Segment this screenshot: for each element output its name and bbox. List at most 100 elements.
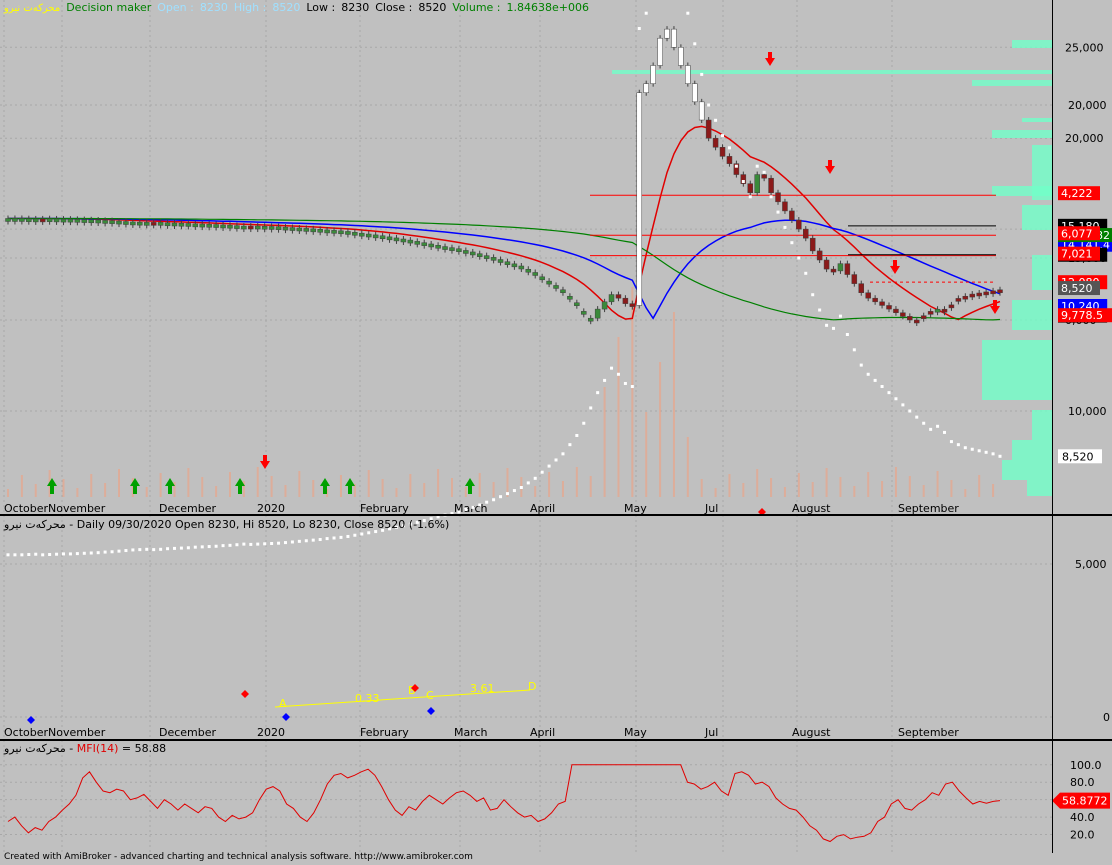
close-dot — [832, 326, 836, 330]
close-dot — [55, 552, 59, 556]
mfi-tick-label: 40.0 — [1070, 811, 1095, 824]
candle-body — [60, 218, 67, 223]
candle-body — [74, 219, 81, 223]
volume-profile-bar — [1002, 460, 1052, 480]
candle-body — [234, 225, 240, 229]
candle-body — [914, 319, 920, 324]
candle-body — [442, 246, 448, 250]
month-label-panel2: May — [624, 726, 647, 739]
candle-body — [386, 236, 393, 241]
close-dot — [117, 549, 121, 553]
candle-body — [504, 261, 511, 265]
close-dot — [367, 531, 371, 535]
candle-body — [261, 226, 268, 230]
candle-body — [254, 225, 261, 230]
volume-bar — [548, 472, 551, 497]
close-dot — [582, 421, 586, 425]
candle-body — [275, 226, 282, 230]
candle-body — [310, 228, 316, 233]
close-dot — [991, 452, 995, 456]
close-dot — [936, 424, 940, 428]
close-dot — [325, 537, 329, 541]
candle-body — [150, 222, 157, 226]
candle-body — [671, 28, 677, 48]
candle-body — [927, 311, 934, 315]
price-badge-label: 8,520 — [1061, 282, 1093, 295]
candle-body — [629, 303, 636, 307]
volume-bar — [464, 487, 467, 497]
candle-body — [372, 234, 379, 239]
close-dot — [464, 508, 468, 512]
candle-body — [393, 237, 400, 242]
close-dot — [734, 164, 738, 168]
close-dot — [797, 256, 801, 260]
volume-bar — [159, 473, 162, 497]
candle-body — [12, 218, 18, 222]
candle-body — [352, 232, 358, 236]
price-badge-label: 7,021 — [1061, 248, 1093, 261]
close-dot — [478, 503, 482, 507]
volume-bar — [853, 486, 856, 497]
close-dot — [589, 406, 593, 410]
volume-bar — [284, 485, 287, 497]
close-dot — [186, 546, 190, 550]
close-dot — [970, 447, 974, 451]
volume-bar — [575, 467, 578, 497]
volume-bar — [117, 469, 120, 497]
close-dot — [166, 547, 170, 551]
volume-bar — [312, 480, 315, 497]
close-dot — [499, 495, 503, 499]
candle-body — [560, 289, 566, 294]
candle-body — [809, 237, 816, 252]
panel-separator-1[interactable] — [0, 514, 1112, 516]
panel-separator-2[interactable] — [0, 739, 1112, 741]
close-dot — [845, 333, 849, 336]
close-value: 8520 — [418, 1, 447, 14]
close-dot — [200, 545, 204, 549]
candle-body — [907, 316, 913, 321]
fib-label: D — [528, 680, 536, 693]
mfi-tick-label: 80.0 — [1070, 776, 1095, 789]
close-dot — [644, 11, 648, 15]
close-dot — [304, 539, 308, 543]
candle-body — [726, 156, 733, 164]
volume-value: 1.84638e+006 — [506, 1, 589, 14]
candle-body — [511, 263, 518, 268]
close-dot — [13, 553, 17, 557]
candle-body — [95, 219, 101, 224]
candle-body — [185, 223, 192, 227]
candle-body — [490, 257, 497, 261]
close-dot — [540, 470, 544, 474]
candle-body — [893, 308, 899, 313]
price2-tick-label: 20,000 — [1068, 99, 1107, 112]
price-badge-label: 6,077 — [1061, 227, 1093, 240]
volume-profile-bar — [992, 186, 1052, 196]
volume-bar — [76, 488, 79, 497]
close-dot — [131, 548, 135, 552]
close-dot — [943, 430, 947, 434]
close-dot — [547, 464, 551, 468]
candle-body — [574, 302, 580, 306]
volume-bar — [825, 468, 828, 497]
candle-body — [622, 297, 629, 304]
volume-bar — [659, 362, 662, 497]
volume-bar — [395, 488, 398, 497]
candle-body — [164, 222, 171, 227]
candle-body — [102, 220, 108, 224]
close-dot — [339, 535, 343, 539]
candle-body — [900, 312, 906, 317]
volume-label: Volume : — [452, 1, 501, 14]
candle-body — [123, 221, 129, 225]
axis-frame-3 — [1052, 741, 1053, 853]
close-dot — [41, 553, 45, 557]
candle-body — [997, 289, 1003, 294]
volume-bar — [228, 472, 231, 497]
candle-body — [865, 292, 871, 299]
volume-bar — [409, 474, 412, 497]
candle-body — [365, 233, 372, 238]
candle-body — [934, 308, 941, 313]
close-dot — [714, 118, 718, 122]
candle-body — [990, 290, 996, 295]
close-dot — [179, 546, 183, 550]
close-dot — [825, 323, 829, 327]
